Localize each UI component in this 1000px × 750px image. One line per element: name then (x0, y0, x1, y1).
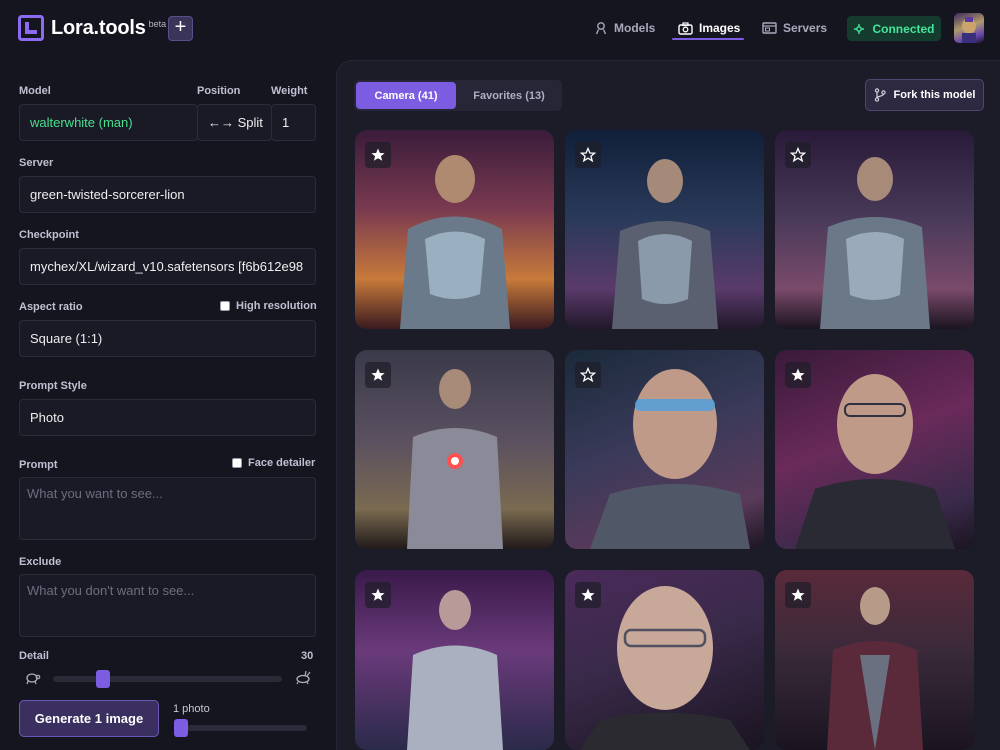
server-label: Server (19, 157, 54, 169)
nav-images[interactable]: Images (678, 17, 740, 39)
camera-icon (678, 21, 693, 35)
new-button[interactable]: + (168, 16, 193, 41)
app-name: Lora.tools (51, 17, 146, 39)
prompt-style-select[interactable]: Photo (19, 399, 316, 436)
gallery-image[interactable] (775, 130, 974, 329)
fork-model-button[interactable]: Fork this model (865, 79, 984, 111)
checkpoint-select[interactable]: mychex/XL/wizard_v10.safetensors [f6b612… (19, 248, 316, 285)
photos-slider-track[interactable] (175, 725, 307, 731)
gallery-image[interactable] (565, 570, 764, 750)
beta-badge: beta (148, 19, 167, 29)
favorite-star-icon[interactable] (785, 582, 811, 608)
tab-favorites[interactable]: Favorites (13) (458, 82, 560, 109)
generate-button[interactable]: Generate 1 image (19, 700, 159, 737)
gallery-image[interactable] (355, 570, 554, 750)
nav-servers-label: Servers (783, 21, 828, 35)
gallery-image[interactable] (355, 130, 554, 329)
server-icon (762, 22, 777, 34)
weight-label: Weight (271, 85, 308, 97)
favorite-star-icon[interactable] (575, 582, 601, 608)
turtle-icon (26, 673, 41, 685)
fork-icon (874, 88, 886, 102)
rabbit-icon (296, 670, 311, 685)
connection-status[interactable]: Connected (847, 16, 941, 41)
gallery-image[interactable] (775, 350, 974, 549)
models-icon (595, 22, 607, 35)
gallery-image[interactable] (775, 570, 974, 750)
favorite-star-icon[interactable] (575, 142, 601, 168)
prompt-textarea[interactable]: What you want to see... (19, 477, 316, 540)
exclude-label: Exclude (19, 556, 62, 568)
detail-slider-track[interactable] (53, 676, 282, 682)
checkpoint-label: Checkpoint (19, 229, 79, 241)
favorite-star-icon[interactable] (575, 362, 601, 388)
tab-camera[interactable]: Camera (41) (356, 82, 456, 109)
photos-label: 1 photo (173, 703, 210, 715)
nav-models[interactable]: Models (594, 17, 655, 39)
fork-model-label: Fork this model (893, 89, 976, 101)
position-label: Position (197, 85, 241, 97)
detail-slider-thumb[interactable] (96, 670, 110, 688)
connection-status-label: Connected (872, 21, 935, 36)
gallery-image[interactable] (565, 350, 764, 549)
nav-images-label: Images (699, 21, 741, 35)
model-label: Model (19, 85, 51, 97)
face-detailer-label: Face detailer (248, 457, 316, 469)
prompt-label: Prompt (19, 459, 58, 471)
nav-models-label: Models (614, 21, 656, 35)
high-resolution-box[interactable] (220, 301, 230, 311)
high-resolution-checkbox[interactable]: High resolution (220, 300, 317, 312)
server-select[interactable]: green-twisted-sorcerer-lion (19, 176, 316, 213)
connection-icon (854, 23, 865, 34)
photos-slider-thumb[interactable] (174, 719, 188, 737)
high-resolution-label: High resolution (236, 300, 317, 312)
nav-servers[interactable]: Servers (762, 17, 827, 39)
logo-icon (18, 15, 44, 41)
prompt-style-label: Prompt Style (19, 380, 87, 392)
model-select[interactable]: walterwhite (man) (19, 104, 198, 141)
gallery-image[interactable] (355, 350, 554, 549)
avatar[interactable] (954, 13, 984, 43)
favorite-star-icon[interactable] (365, 362, 391, 388)
position-select[interactable]: ←→ Split (197, 104, 272, 141)
aspect-ratio-select[interactable]: Square (1:1) (19, 320, 316, 357)
gallery-image[interactable] (565, 130, 764, 329)
favorite-star-icon[interactable] (365, 142, 391, 168)
favorite-star-icon[interactable] (785, 142, 811, 168)
logo[interactable]: Lora.tools beta (18, 15, 166, 41)
favorite-star-icon[interactable] (365, 582, 391, 608)
top-bar: Lora.tools beta + Models Images Servers (0, 0, 1000, 58)
face-detailer-box[interactable] (232, 458, 242, 468)
active-tab-indicator (672, 38, 744, 40)
favorite-star-icon[interactable] (785, 362, 811, 388)
gallery-tabs: Camera (41) Favorites (13) (354, 80, 562, 111)
exclude-textarea[interactable]: What you don't want to see... (19, 574, 316, 637)
detail-label: Detail (19, 650, 49, 662)
detail-value: 30 (301, 650, 314, 662)
aspect-ratio-label: Aspect ratio (19, 301, 83, 313)
weight-input[interactable]: 1 (271, 104, 316, 141)
face-detailer-checkbox[interactable]: Face detailer (232, 457, 315, 469)
